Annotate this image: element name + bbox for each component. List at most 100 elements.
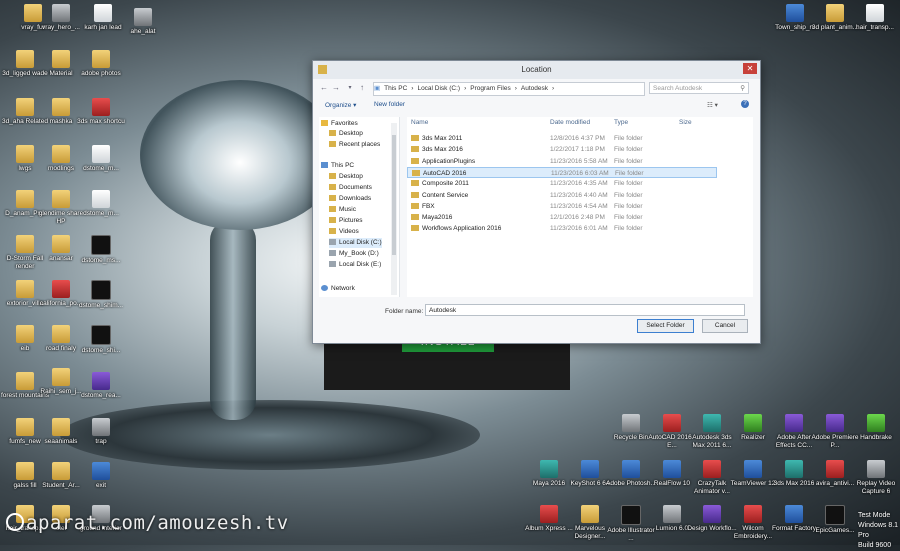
file-name: Maya2016 [422,214,453,222]
desktop-shortcut[interactable]: dstome_shim... [76,280,126,310]
file-name: 3ds Max 2011 [422,135,463,142]
breadcrumb-separator[interactable]: › [515,85,517,92]
nav-item[interactable]: Local Disk (C:) [329,238,382,248]
nav-item[interactable]: This PC [321,161,354,171]
aparat-logo-icon [6,513,24,531]
column-header-size[interactable]: Size [679,117,692,129]
nav-scrollbar[interactable] [391,123,397,295]
column-header-type[interactable]: Type [614,117,628,129]
folder-icon [16,418,34,436]
file-row[interactable]: FBX 11/23/2016 4:54 AM File folder [407,201,717,212]
shortcut-label: trap [95,438,107,445]
forward-arrow-icon[interactable]: → [331,83,341,93]
folder-icon [329,184,336,190]
organize-menu[interactable]: Organize ▾ [325,101,356,109]
nav-item[interactable]: Pictures [329,216,362,226]
file-row[interactable]: Composite 2011 11/23/2016 4:35 AM File fol… [407,178,717,189]
program-shortcut[interactable]: Replay Video Capture 6 [851,460,900,495]
program-shortcut[interactable]: EpicGames... [810,505,860,535]
desktop-shortcut[interactable]: exit [76,462,126,490]
file-row[interactable]: 3ds Max 2011 12/8/2016 4:37 PM File folder [407,133,717,144]
nav-item[interactable]: My_Book (D:) [329,249,379,259]
close-button[interactable]: ✕ [743,63,757,74]
program-shortcut[interactable]: Handbrake [851,414,900,442]
desktop-shortcut[interactable]: dstome_m... [76,190,126,218]
back-arrow-icon[interactable]: ← [319,83,329,93]
app-icon [826,414,844,432]
breadcrumb-item[interactable]: Autodesk [521,85,548,92]
app-icon [867,460,885,478]
file-type: File folder [614,214,643,222]
nav-item[interactable]: Videos [329,227,359,237]
folder-icon [16,462,34,480]
nav-item[interactable]: Network [321,284,355,294]
breadcrumb-separator[interactable]: › [411,85,413,92]
new-folder-button[interactable]: New folder [374,101,405,108]
file-type: File folder [614,225,643,233]
file-row[interactable]: Content Service 11/23/2016 4:40 AM File fo… [407,190,717,201]
app-icon [92,418,110,436]
app-icon [744,505,762,523]
desktop-shortcut[interactable]: hair_transp... [850,4,900,32]
app-icon [581,460,599,478]
desktop-shortcut[interactable]: dstome_shi... [76,325,126,355]
file-row[interactable]: ApplicationPlugins 11/23/2016 5:58 AM File… [407,156,717,167]
up-arrow-icon[interactable]: ↑ [357,83,367,93]
app-icon [92,190,110,208]
column-header-date[interactable]: Date modified [550,117,590,129]
folder-icon [16,235,34,253]
app-icon [703,414,721,432]
shortcut-label: EpicGames... [815,527,855,534]
breadcrumb-item[interactable]: Program Files [470,85,510,92]
desktop-shortcut[interactable]: adobe photos [76,50,126,78]
folder-icon [52,98,70,116]
cancel-button[interactable]: Cancel [702,319,748,333]
column-header-name[interactable]: Name [411,117,428,129]
app-icon [826,460,844,478]
nav-item[interactable]: Recent places [329,140,380,150]
folder-icon [329,195,336,201]
nav-item[interactable]: Favorites [321,119,358,129]
folder-name-input[interactable]: Autodesk [425,304,745,316]
breadcrumb-separator[interactable]: › [552,85,554,92]
dialog-titlebar[interactable]: Location ✕ [313,61,760,79]
select-folder-button[interactable]: Select Folder [637,319,694,333]
desktop-shortcut[interactable]: dstome_m... [76,145,126,173]
file-row[interactable]: AutoCAD 2016 11/23/2016 6:03 AM File folde… [407,166,717,178]
app-icon [52,280,70,298]
file-row[interactable]: Maya2016 12/1/2016 2:48 PM File folder [407,212,717,223]
folder-icon [581,505,599,523]
nav-item[interactable]: Music [329,205,356,215]
view-options-button[interactable]: ☷ ▾ [707,101,718,109]
folder-icon [16,325,34,343]
breadcrumb-item[interactable]: Local Disk (C:) [417,85,460,92]
app-icon [663,414,681,432]
nav-item-label: Documents [339,184,372,191]
address-bar[interactable]: ▣ This PC › Local Disk (C:) › Program Files › A… [373,82,645,96]
shortcut-label: adobe photos [81,70,121,77]
desktop-shortcut[interactable]: 3ds max shortcu [76,98,126,126]
folder-icon [329,206,336,212]
file-type: File folder [614,157,643,165]
nav-scrollbar-thumb[interactable] [392,135,396,255]
file-name: Workflows Application 2016 [422,225,502,233]
desktop-shortcut[interactable]: dstome_ms... [76,235,126,265]
desktop-shortcut[interactable]: dstome_rea... [76,372,126,400]
breadcrumb-item[interactable]: This PC [384,85,407,92]
help-icon[interactable]: ? [741,100,749,108]
desktop-shortcut[interactable]: ahe_alat [118,8,168,36]
nav-item[interactable]: Desktop [329,172,363,182]
app-icon [744,460,762,478]
file-row[interactable]: 3ds Max 2016 1/22/2017 1:18 PM File folder [407,144,717,155]
nav-item[interactable]: Local Disk (E:) [329,260,381,270]
search-input[interactable]: Search Autodesk ⚲ [649,82,749,94]
nav-item[interactable]: Desktop [329,129,363,139]
nav-item[interactable]: Documents [329,183,372,193]
file-row[interactable]: Workflows Application 2016 11/23/2016 6:0… [407,223,717,234]
desktop-shortcut[interactable]: trap [76,418,126,446]
nav-item[interactable]: Downloads [329,194,371,204]
shortcut-label: dstome_m... [83,210,119,217]
app-icon [92,462,110,480]
breadcrumb-separator[interactable]: › [464,85,466,92]
recent-chevron-icon[interactable]: ▾ [345,83,355,93]
